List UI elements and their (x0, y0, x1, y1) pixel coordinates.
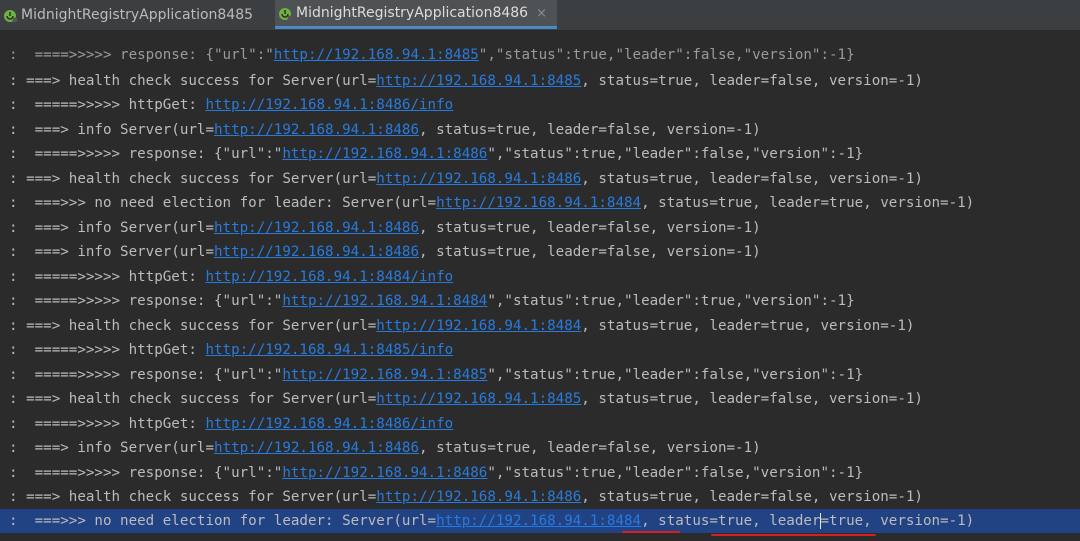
url-link[interactable]: http://192.168.94.1:8484 (376, 318, 581, 334)
spring-boot-icon (279, 8, 293, 21)
url-link[interactable]: http://192.168.94.1:8486 (282, 146, 487, 162)
console-line[interactable]: : ===> info Server(url=http://192.168.94… (0, 436, 1080, 460)
tab-label: MidnightRegistryApplication8486 (296, 5, 529, 21)
log-text: : ===> health check success for Server(u… (9, 489, 377, 505)
log-text: , status=true, leader=true, version=-1) (641, 195, 975, 211)
log-text: , status=true, leader=false, version=-1) (419, 440, 761, 456)
url-link[interactable]: http://192.168.94.1:8484 (282, 293, 487, 309)
log-text: : ===>>> no need election for leader: Se… (9, 195, 437, 211)
tab-label: MidnightRegistryApplication8485 (21, 6, 254, 23)
url-link[interactable]: http://192.168.94.1:8484/info (205, 269, 453, 285)
url-link[interactable]: http://192.168.94.1:8486 (214, 244, 419, 260)
log-text: : ===> info Server(url= (9, 121, 214, 138)
log-text: : ===>>> no need election for leader: Se… (9, 513, 437, 529)
annotation-underline (622, 531, 680, 533)
url-link[interactable]: http://192.168.94.1:8486 (376, 171, 581, 187)
console-line[interactable]: : ===> health check success for Server(u… (0, 314, 1080, 338)
console-line[interactable]: : ===> info Server(url=http://192.168.94… (0, 216, 1080, 240)
url-link[interactable]: http://192.168.94.1:8485 (282, 367, 487, 383)
url-link[interactable]: http://192.168.94.1:8486 (214, 122, 419, 138)
log-text: , status=true, leader=true, version=-1) (641, 513, 975, 529)
console-line[interactable]: : ====>>>>> response: {"url":"http://192… (0, 43, 1080, 67)
console-line[interactable]: : ===>>> no need election for leader: Se… (0, 509, 1080, 533)
console-line[interactable]: : ===> health check success for Server(u… (0, 387, 1080, 411)
url-link[interactable]: http://192.168.94.1:8486 (214, 440, 419, 456)
log-text: : =====>>>>> httpGet: (9, 415, 206, 432)
log-text: : =====>>>>> httpGet: (9, 97, 206, 113)
url-link[interactable]: http://192.168.94.1:8485/info (205, 342, 453, 358)
console-line[interactable]: : ===> health check success for Server(u… (0, 167, 1080, 191)
console-output[interactable]: : ====>>>>> response: {"url":"http://192… (0, 46, 1080, 541)
log-text: , status=true, leader=false, version=-1) (419, 244, 761, 260)
console-line[interactable]: : =====>>>>> response: {"url":"http://19… (0, 142, 1080, 166)
url-link[interactable]: http://192.168.94.1:8485 (274, 47, 479, 63)
log-text: , status=true, leader=false, version=-1) (419, 219, 761, 236)
url-link[interactable]: http://192.168.94.1:8484 (436, 513, 641, 529)
console-line[interactable]: : =====>>>>> httpGet: http://192.168.94.… (0, 93, 1080, 117)
log-text: : =====>>>>> httpGet: (9, 342, 206, 358)
text-caret (820, 513, 821, 529)
log-text: : ===> info Server(url= (9, 440, 214, 456)
log-text: : =====>>>>> response: {"url":" (9, 146, 283, 162)
log-text: ","status":true,"leader":false,"version"… (487, 366, 864, 383)
log-text: : ===> health check success for Server(u… (9, 317, 377, 334)
log-text: : =====>>>>> response: {"url":" (9, 464, 283, 481)
log-text: ","status":true,"leader":false,"version"… (487, 464, 864, 481)
console-line[interactable]: : ===> health check success for Server(u… (0, 485, 1080, 509)
log-text: ","status":true,"leader":false,"version"… (478, 47, 855, 63)
log-text: ","status":true,"leader":false,"version"… (487, 146, 864, 162)
console-line[interactable]: : =====>>>>> httpGet: http://192.168.94.… (0, 338, 1080, 362)
console-line[interactable]: : =====>>>>> response: {"url":"http://19… (0, 461, 1080, 485)
log-text: , status=true, leader=true, version=-1) (581, 317, 915, 334)
console-line[interactable]: : =====>>>>> response: {"url":"http://19… (0, 363, 1080, 387)
url-link[interactable]: http://192.168.94.1:8486 (282, 465, 487, 481)
log-text: : ===> info Server(url= (9, 219, 214, 236)
spring-boot-icon (4, 9, 18, 22)
log-text: , status=true, leader=false, version=-1) (581, 489, 923, 505)
tab-app-8485[interactable]: MidnightRegistryApplication8485 (0, 0, 261, 29)
url-link[interactable]: http://192.168.94.1:8486 (214, 220, 419, 236)
console-line[interactable]: : ===> info Server(url=http://192.168.94… (0, 240, 1080, 264)
log-text: , status=true, leader=false, version=-1) (581, 170, 923, 187)
console-line[interactable]: : =====>>>>> response: {"url":"http://19… (0, 289, 1080, 313)
url-link[interactable]: http://192.168.94.1:8485 (376, 73, 581, 89)
log-text: : =====>>>>> response: {"url":" (9, 366, 283, 383)
log-text: , status=true, leader=false, version=-1) (419, 121, 761, 138)
log-text: : ===> info Server(url= (9, 244, 214, 260)
console-line[interactable]: : ===> health check success for Server(u… (0, 69, 1080, 93)
log-text: : ====>>>>> response: {"url":" (9, 47, 274, 63)
url-link[interactable]: http://192.168.94.1:8486/info (205, 97, 453, 113)
log-text: , status=true, leader=false, version=-1) (581, 73, 923, 89)
console-line[interactable]: : ===> info Server(url=http://192.168.94… (0, 118, 1080, 142)
console-line[interactable]: : =====>>>>> httpGet: http://192.168.94.… (0, 412, 1080, 436)
console-line[interactable]: : =====>>>>> httpGet: http://192.168.94.… (0, 265, 1080, 289)
log-text: , status=true, leader=false, version=-1) (581, 391, 923, 407)
url-link[interactable]: http://192.168.94.1:8486 (376, 489, 581, 505)
tab-app-8486[interactable]: MidnightRegistryApplication8486 × (275, 0, 557, 29)
annotation-underline (711, 534, 876, 536)
log-text: : ===> health check success for Server(u… (9, 170, 377, 187)
url-link[interactable]: http://192.168.94.1:8484 (436, 195, 641, 211)
log-text: : =====>>>>> response: {"url":" (9, 293, 283, 309)
log-text: : ===> health check success for Server(u… (9, 73, 377, 89)
close-icon[interactable]: × (536, 6, 547, 21)
log-text: ","status":true,"leader":true,"version":… (487, 293, 855, 309)
run-tab-bar: MidnightRegistryApplication8485 Midnight… (0, 0, 1080, 31)
console-line[interactable]: : ===>>> no need election for leader: Se… (0, 191, 1080, 215)
log-text: : =====>>>>> httpGet: (9, 268, 206, 285)
url-link[interactable]: http://192.168.94.1:8485 (376, 391, 581, 407)
log-text: : ===> health check success for Server(u… (9, 391, 377, 407)
url-link[interactable]: http://192.168.94.1:8486/info (205, 416, 453, 432)
